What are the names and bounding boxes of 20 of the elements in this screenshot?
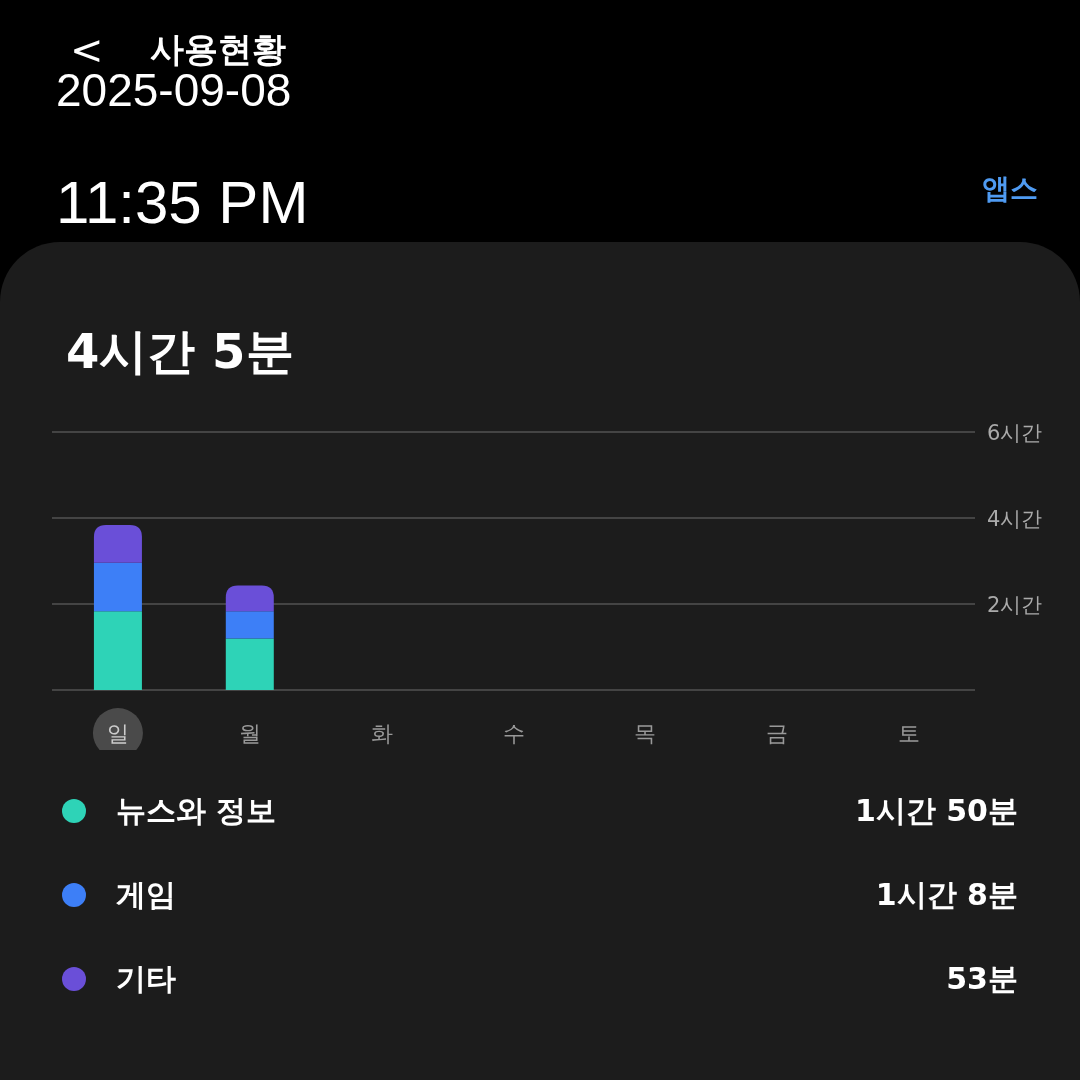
day-label[interactable]: 토 <box>898 721 921 746</box>
category-time: 1시간 8분 <box>875 875 1018 914</box>
category-label: 뉴스와 정보 <box>116 791 278 830</box>
axis-label: 4시간 <box>987 507 1043 531</box>
axis-label: 2시간 <box>987 593 1043 617</box>
day-label[interactable]: 금 <box>766 721 789 746</box>
day-label[interactable]: 화 <box>370 721 393 746</box>
back-button[interactable]: < <box>64 27 110 73</box>
day-label[interactable]: 월 <box>238 721 261 746</box>
apps-link[interactable]: 앱스 <box>982 170 1038 224</box>
total-time: 4시간 5분 <box>65 322 295 381</box>
category-label: 기타 <box>116 959 177 998</box>
time-text: 11:35 PM <box>56 168 309 238</box>
category-time: 1시간 50분 <box>854 791 1018 830</box>
category-label: 게임 <box>116 875 177 914</box>
axis-label: 6시간 <box>987 421 1043 445</box>
day-label[interactable]: 수 <box>502 721 525 746</box>
day-label[interactable]: 목 <box>634 721 657 746</box>
category-time: 53분 <box>946 959 1018 998</box>
day-label[interactable]: 일 <box>106 721 129 746</box>
